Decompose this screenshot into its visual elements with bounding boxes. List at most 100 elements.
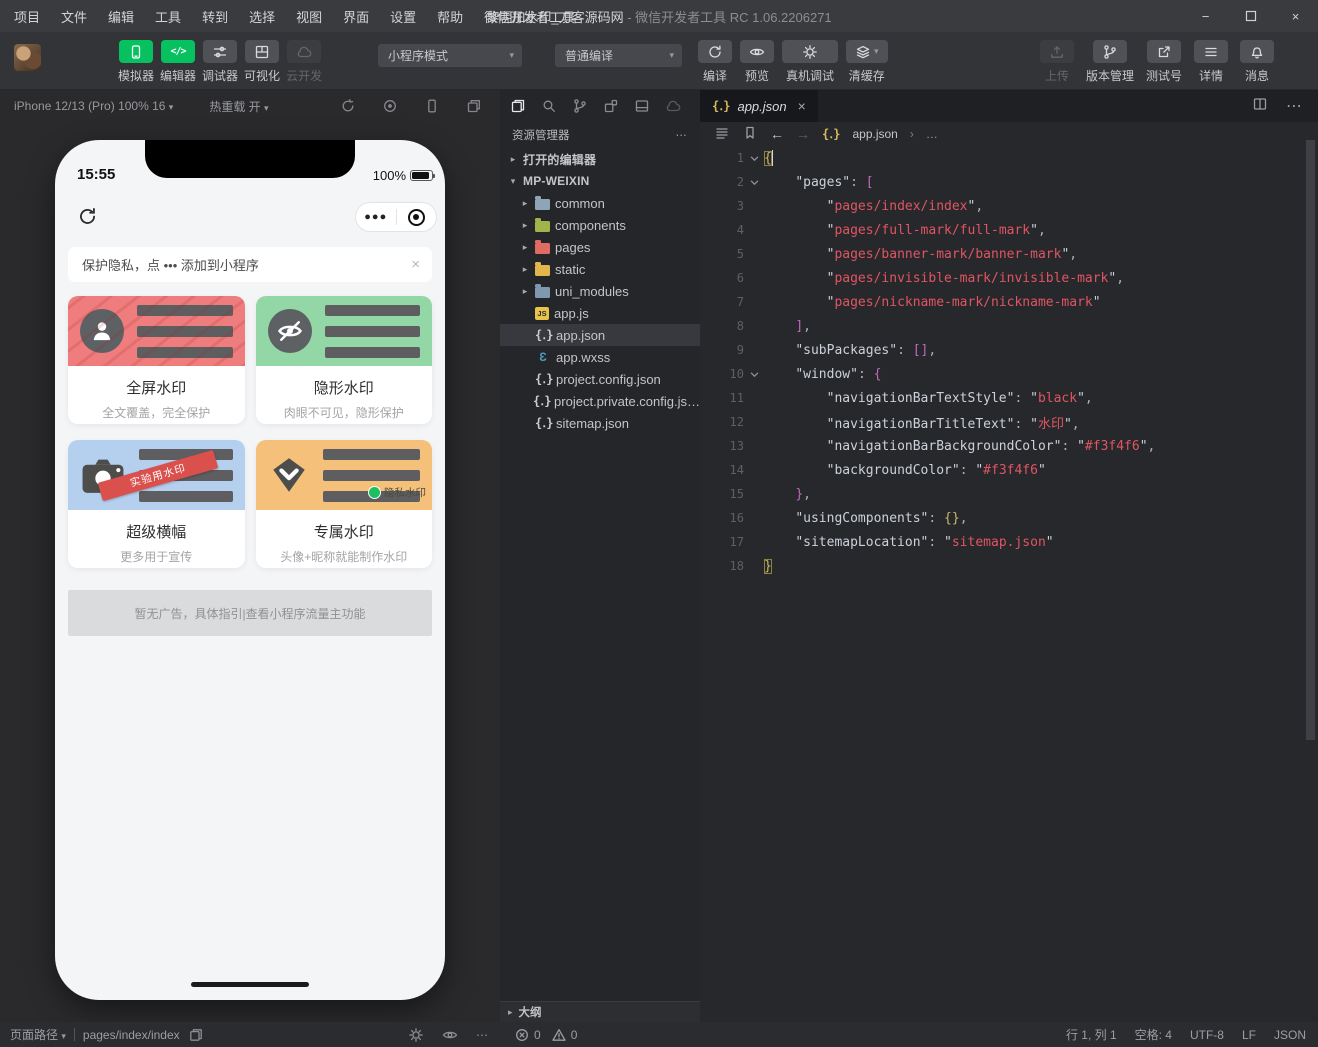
bug-icon[interactable] — [408, 1027, 424, 1043]
minimize-icon[interactable]: − — [1183, 0, 1228, 32]
tree-item-common[interactable]: ▸ common — [500, 192, 700, 214]
device-selector[interactable]: iPhone 12/13 (Pro) 100% 16 ▾ — [14, 99, 173, 113]
tree-item-components[interactable]: ▸ components — [500, 214, 700, 236]
ad-placeholder[interactable]: 暂无广告，具体指引|查看小程序流量主功能 — [68, 590, 432, 636]
menu-item-工具[interactable]: 工具 — [155, 7, 181, 26]
bookmark-icon[interactable] — [742, 125, 758, 144]
page-refresh-icon[interactable] — [77, 206, 98, 232]
feature-card-超级横幅[interactable]: 实验用水印 超级横幅 更多用于宣传 — [68, 440, 245, 568]
hot-reload-toggle[interactable]: 热重载 开 ▾ — [209, 98, 268, 115]
cloud-icon[interactable] — [665, 98, 681, 114]
menu-item-项目[interactable]: 项目 — [14, 7, 40, 26]
toolbar-button-上传[interactable]: 上传 — [1039, 40, 1074, 84]
tree-item-project.config.json[interactable]: {․} project.config.json — [500, 368, 700, 390]
toolbar-button-预览[interactable]: 预览 — [740, 40, 774, 84]
menu-item-界面[interactable]: 界面 — [343, 7, 369, 26]
code-line-4[interactable]: 4 "pages/full-mark/full-mark", — [700, 218, 1318, 242]
tree-item-打开的编辑器[interactable]: ▸ 打开的编辑器 — [500, 148, 700, 170]
code-line-9[interactable]: 9 "subPackages": [], — [700, 338, 1318, 362]
maximize-icon[interactable] — [1228, 0, 1273, 32]
menu-item-设置[interactable]: 设置 — [390, 7, 416, 26]
home-indicator[interactable] — [191, 982, 309, 987]
code-line-16[interactable]: 16 "usingComponents": {}, — [700, 506, 1318, 530]
toolbar-button-测试号[interactable]: 测试号 — [1146, 40, 1182, 84]
code-line-18[interactable]: 18} — [700, 554, 1318, 578]
tree-item-sitemap.json[interactable]: {․} sitemap.json — [500, 412, 700, 434]
menu-item-文件[interactable]: 文件 — [61, 7, 87, 26]
tree-item-app.json[interactable]: {․} app.json — [500, 324, 700, 346]
code-line-1[interactable]: 1{ — [700, 146, 1318, 170]
status-more-icon[interactable]: ⋯ — [476, 1028, 488, 1042]
page-path-value[interactable]: pages/index/index — [83, 1028, 180, 1042]
code-line-15[interactable]: 15 }, — [700, 482, 1318, 506]
windows-icon[interactable] — [466, 98, 482, 114]
outline-section[interactable]: ▸ 大纲 — [500, 1001, 700, 1022]
code-line-5[interactable]: 5 "pages/banner-mark/banner-mark", — [700, 242, 1318, 266]
status-item[interactable]: UTF-8 — [1190, 1028, 1224, 1042]
toolbar-button-详情[interactable]: 详情 — [1194, 40, 1228, 84]
code-line-17[interactable]: 17 "sitemapLocation": "sitemap.json" — [700, 530, 1318, 554]
eye-icon[interactable] — [442, 1027, 458, 1043]
toolbar-button-消息[interactable]: 消息 — [1240, 40, 1274, 84]
problem-counts[interactable]: 0 0 — [514, 1022, 577, 1047]
files-icon[interactable] — [510, 98, 526, 114]
panel-icon[interactable] — [634, 98, 650, 114]
menu-item-转到[interactable]: 转到 — [202, 7, 228, 26]
status-item[interactable]: 空格: 4 — [1135, 1026, 1172, 1043]
toolbar-button-模拟器[interactable]: 模拟器 — [118, 40, 154, 84]
code-line-2[interactable]: 2 "pages": [ — [700, 170, 1318, 194]
menu-item-帮助[interactable]: 帮助 — [437, 7, 463, 26]
tree-item-app.wxss[interactable]: Ɛapp.wxss — [500, 346, 700, 368]
code-line-11[interactable]: 11 "navigationBarTextStyle": "black", — [700, 386, 1318, 410]
tree-item-static[interactable]: ▸ static — [500, 258, 700, 280]
code-line-12[interactable]: 12 "navigationBarTitleText": "水印", — [700, 410, 1318, 434]
toolbar-button-编译[interactable]: 编译 — [698, 40, 732, 84]
feature-card-专属水印[interactable]: 隐私水印 专属水印 头像+昵称就能制作水印 — [255, 440, 432, 568]
tab-close-icon[interactable]: × — [798, 98, 806, 114]
feature-card-全屏水印[interactable]: 全屏水印 全文覆盖，完全保护 — [68, 296, 245, 424]
code-line-10[interactable]: 10 "window": { — [700, 362, 1318, 386]
avatar[interactable] — [14, 44, 41, 71]
back-arrow-icon[interactable]: ← — [770, 126, 784, 142]
code-line-3[interactable]: 3 "pages/index/index", — [700, 194, 1318, 218]
menu-item-选择[interactable]: 选择 — [249, 7, 275, 26]
code-editor[interactable]: 1{2 "pages": [3 "pages/index/index", 4 "p… — [700, 146, 1318, 578]
toolbar-button-清缓存[interactable]: ▾ 清缓存 — [846, 40, 888, 84]
toolbar-button-版本管理[interactable]: 版本管理 — [1086, 40, 1134, 84]
tree-item-MP-WEIXIN[interactable]: ▾ MP-WEIXIN — [500, 170, 700, 192]
editor-scrollbar[interactable] — [1306, 140, 1315, 740]
components-icon[interactable] — [603, 98, 619, 114]
status-item[interactable]: LF — [1242, 1028, 1256, 1042]
tree-item-app.js[interactable]: JS app.js — [500, 302, 700, 324]
menu-item-编辑[interactable]: 编辑 — [108, 7, 134, 26]
code-line-6[interactable]: 6 "pages/invisible-mark/invisible-mark", — [700, 266, 1318, 290]
branch-icon[interactable] — [572, 98, 588, 114]
editor-more-icon[interactable]: ⋯ — [1286, 96, 1302, 117]
capsule-more-icon[interactable]: ●●● — [356, 211, 396, 223]
breadcrumb-file[interactable]: app.json — [852, 127, 897, 141]
code-line-13[interactable]: 13 "navigationBarBackgroundColor": "#f3f… — [700, 434, 1318, 458]
explorer-more-icon[interactable]: ⋯ — [676, 128, 689, 142]
feature-card-隐形水印[interactable]: 隐形水印 肉眼不可见，隐形保护 — [255, 296, 432, 424]
menu-item-视图[interactable]: 视图 — [296, 7, 322, 26]
code-line-14[interactable]: 14 "backgroundColor": "#f3f4f6" — [700, 458, 1318, 482]
status-item[interactable]: 行 1, 列 1 — [1066, 1026, 1117, 1043]
compile-select[interactable]: 普通编译 ▾ — [555, 44, 682, 67]
toolbar-button-真机调试[interactable]: 真机调试 — [782, 40, 838, 84]
toolbar-button-调试器[interactable]: 调试器 — [202, 40, 238, 84]
toolbar-button-编辑器[interactable]: </> 编辑器 — [160, 40, 196, 84]
toolbar-button-云开发[interactable]: 云开发 — [286, 40, 322, 84]
code-line-8[interactable]: 8 ], — [700, 314, 1318, 338]
breadcrumb-more[interactable]: … — [926, 127, 938, 141]
mode-select[interactable]: 小程序模式 ▾ — [378, 44, 522, 67]
close-icon[interactable]: × — [1273, 0, 1318, 32]
tree-item-uni_modules[interactable]: ▸ uni_modules — [500, 280, 700, 302]
code-line-7[interactable]: 7 "pages/nickname-mark/nickname-mark" — [700, 290, 1318, 314]
split-editor-icon[interactable] — [1252, 96, 1268, 117]
tree-item-project.private.config.js…[interactable]: {․} project.private.config.js… — [500, 390, 700, 412]
device-icon[interactable] — [424, 98, 440, 114]
capsule-close-icon[interactable] — [397, 208, 437, 226]
privacy-close-icon[interactable]: × — [411, 256, 420, 273]
rotate-icon[interactable] — [340, 98, 356, 114]
tab-app-json[interactable]: {․} app.json × — [700, 90, 818, 122]
